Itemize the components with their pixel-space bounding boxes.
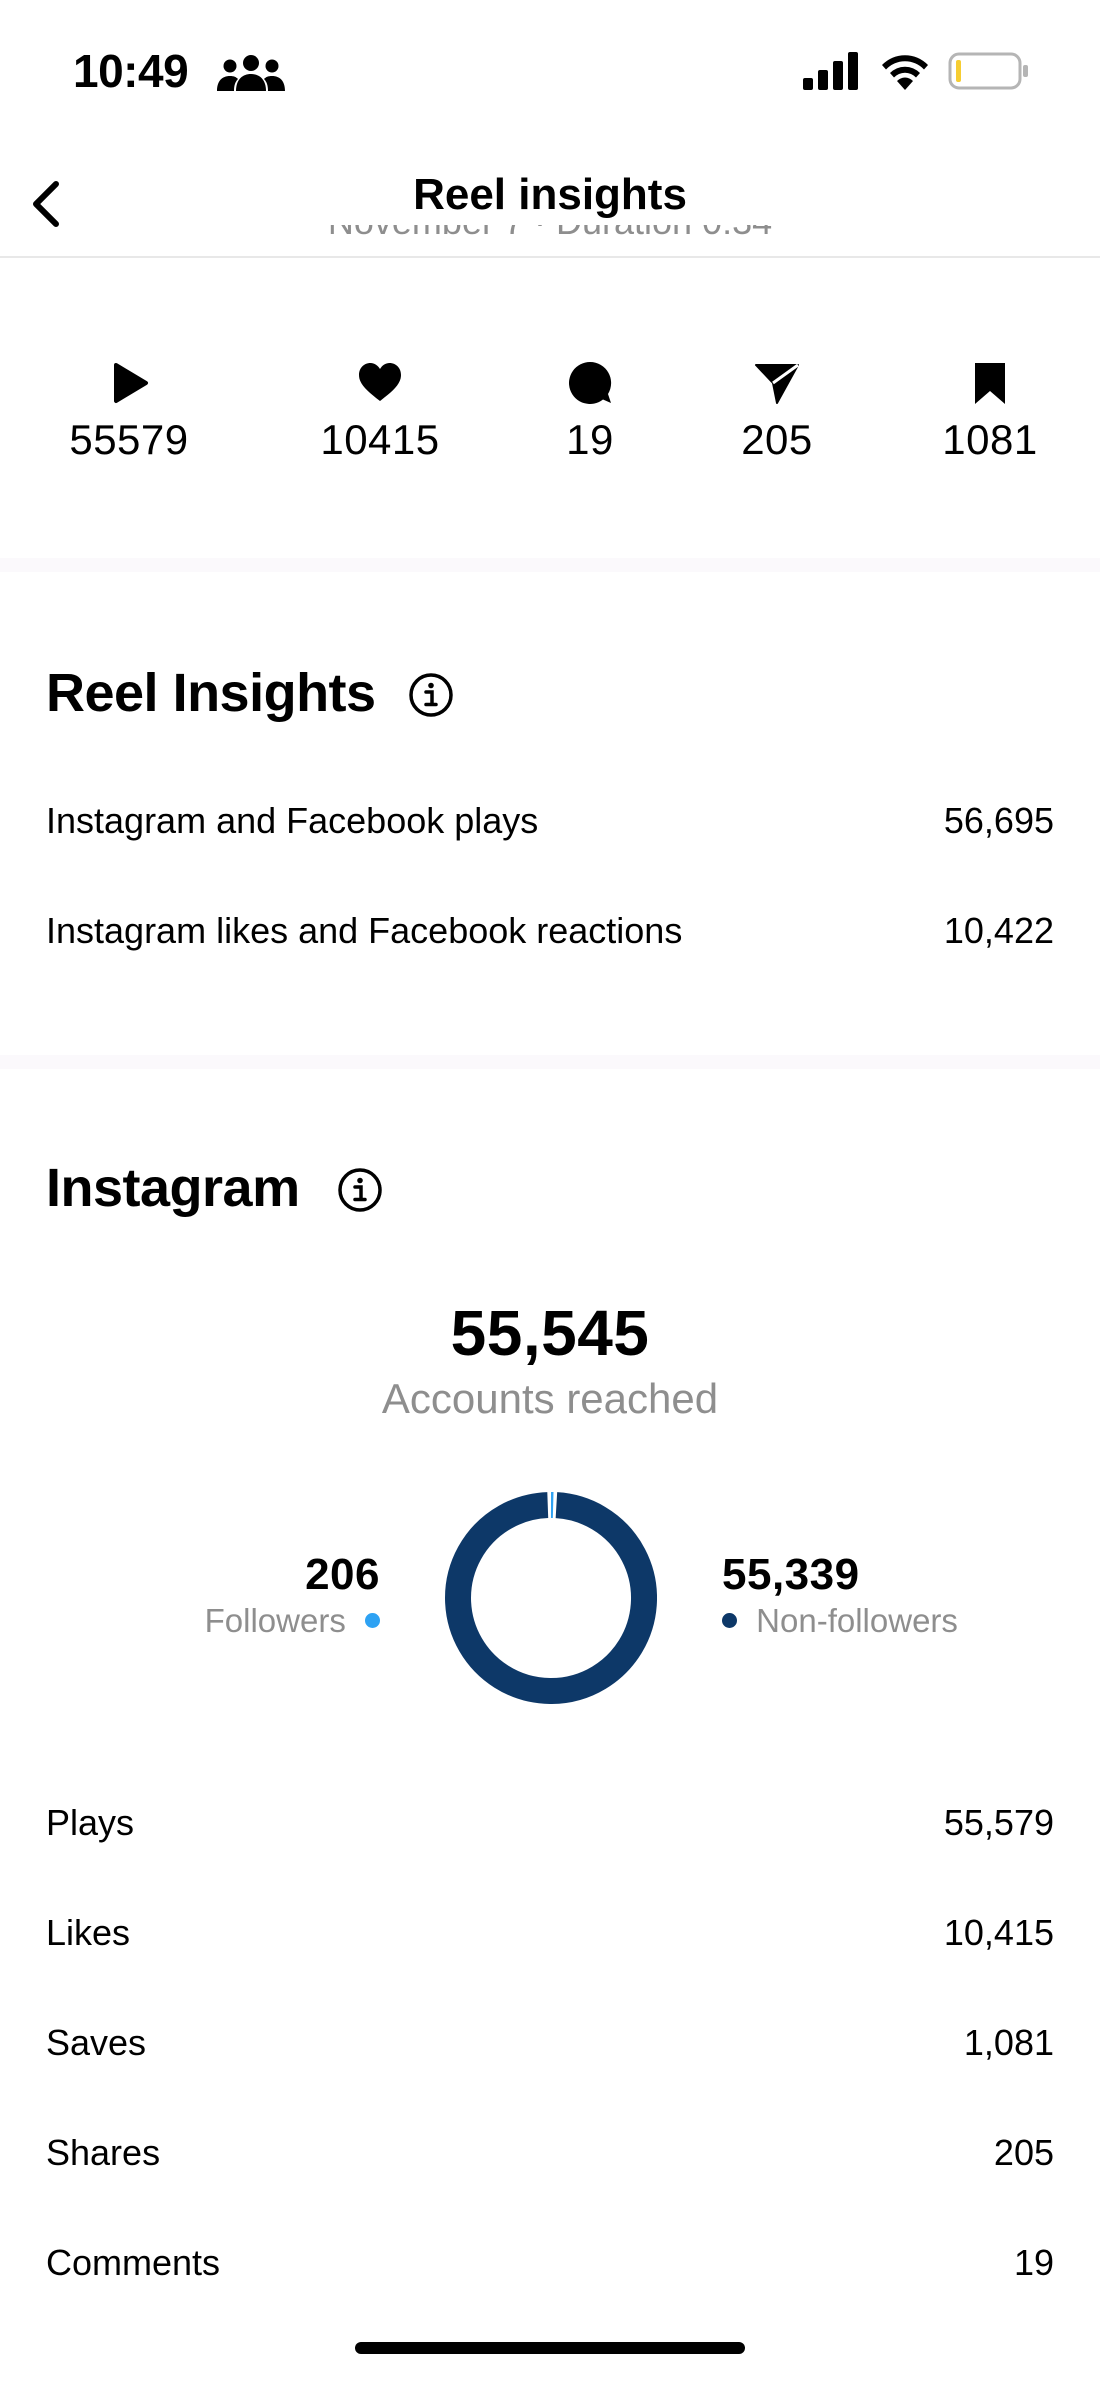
- metric-comments-value: 19: [566, 416, 614, 463]
- non-followers-arc: [445, 1492, 657, 1704]
- play-icon: [114, 363, 148, 403]
- people-icon: [217, 55, 285, 91]
- row-label: Comments: [46, 2242, 221, 2283]
- status-time: 10:49: [73, 45, 189, 97]
- followers-legend: 206 Followers: [205, 1550, 380, 1640]
- heart-icon: [359, 363, 401, 401]
- metric-likes: 10415: [280, 360, 480, 464]
- metric-likes-value: 10415: [320, 416, 440, 463]
- row-value: 56,695: [943, 800, 1054, 841]
- row-label: Saves: [46, 2022, 147, 2063]
- info-icon[interactable]: [336, 1166, 384, 1214]
- row-label: Instagram likes and Facebook reactions: [46, 910, 683, 951]
- non-followers-value: 55,339: [722, 1550, 860, 1599]
- row-value: 19: [1013, 2242, 1054, 2283]
- row-value: 205: [993, 2132, 1054, 2173]
- section-divider: [0, 1055, 1100, 1069]
- metric-comments: 19: [490, 360, 690, 464]
- instagram-row-saves: Saves 1,081: [46, 2022, 1054, 2072]
- instagram-row-likes: Likes 10,415: [46, 1912, 1054, 1962]
- metric-shares: 205: [677, 360, 877, 464]
- accounts-reached-label: Accounts reached: [381, 1375, 719, 1422]
- row-label: Plays: [46, 1802, 135, 1843]
- followers-value: 206: [305, 1550, 380, 1599]
- row-value: 10,415: [943, 1912, 1054, 1953]
- followers-label: Followers: [204, 1602, 346, 1639]
- section-divider: [0, 558, 1100, 572]
- instagram-row-shares: Shares 205: [46, 2132, 1054, 2182]
- non-followers-legend: 55,339 Non-followers: [722, 1550, 958, 1640]
- accounts-reached-value: 55,545: [450, 1297, 650, 1369]
- comment-icon: [569, 361, 612, 404]
- metrics-row: 55579 10415 19 205 1081: [0, 360, 1100, 480]
- row-label: Instagram and Facebook plays: [46, 800, 539, 841]
- instagram-title: Instagram: [46, 1158, 300, 1218]
- metric-plays-value: 55579: [69, 416, 189, 463]
- non-followers-label: Non-followers: [756, 1602, 958, 1639]
- home-indicator: [355, 2342, 745, 2354]
- reel-date-duration-text: November 7 · Duration 0:34: [0, 225, 1100, 243]
- non-followers-dot: [722, 1612, 737, 1628]
- metric-saves-value: 1081: [942, 416, 1038, 463]
- reel-insights-row: Instagram likes and Facebook reactions 1…: [46, 910, 1054, 960]
- metric-plays: 55579: [29, 360, 229, 464]
- bookmark-icon: [975, 363, 1005, 404]
- row-value: 55,579: [943, 1802, 1054, 1843]
- reel-insights-title: Reel Insights: [46, 663, 376, 723]
- wifi-icon: [882, 55, 928, 90]
- row-value: 1,081: [963, 2022, 1054, 2063]
- page-title: Reel insights: [413, 170, 687, 219]
- instagram-row-plays: Plays 55,579: [46, 1802, 1054, 1852]
- send-icon: [755, 363, 799, 404]
- row-label: Likes: [46, 1912, 131, 1953]
- signal-icon: [803, 52, 858, 90]
- followers-dot: [365, 1612, 380, 1628]
- info-icon[interactable]: [407, 671, 455, 719]
- reel-insights-screen: 10:49 Reel insights 55579 10415 19 205 1…: [0, 0, 1100, 2381]
- status-bar: 10:49: [0, 0, 1100, 150]
- reel-date-duration: November 7 · Duration 0:34: [0, 225, 1100, 258]
- row-label: Shares: [46, 2132, 161, 2173]
- metric-shares-value: 205: [741, 416, 813, 463]
- row-value: 10,422: [943, 910, 1054, 951]
- audience-donut-chart: [445, 1492, 657, 1704]
- reel-insights-row: Instagram and Facebook plays 56,695: [46, 800, 1054, 850]
- instagram-row-comments: Comments 19: [46, 2242, 1054, 2292]
- battery-low-icon: [948, 52, 1028, 90]
- metric-saves: 1081: [890, 360, 1090, 464]
